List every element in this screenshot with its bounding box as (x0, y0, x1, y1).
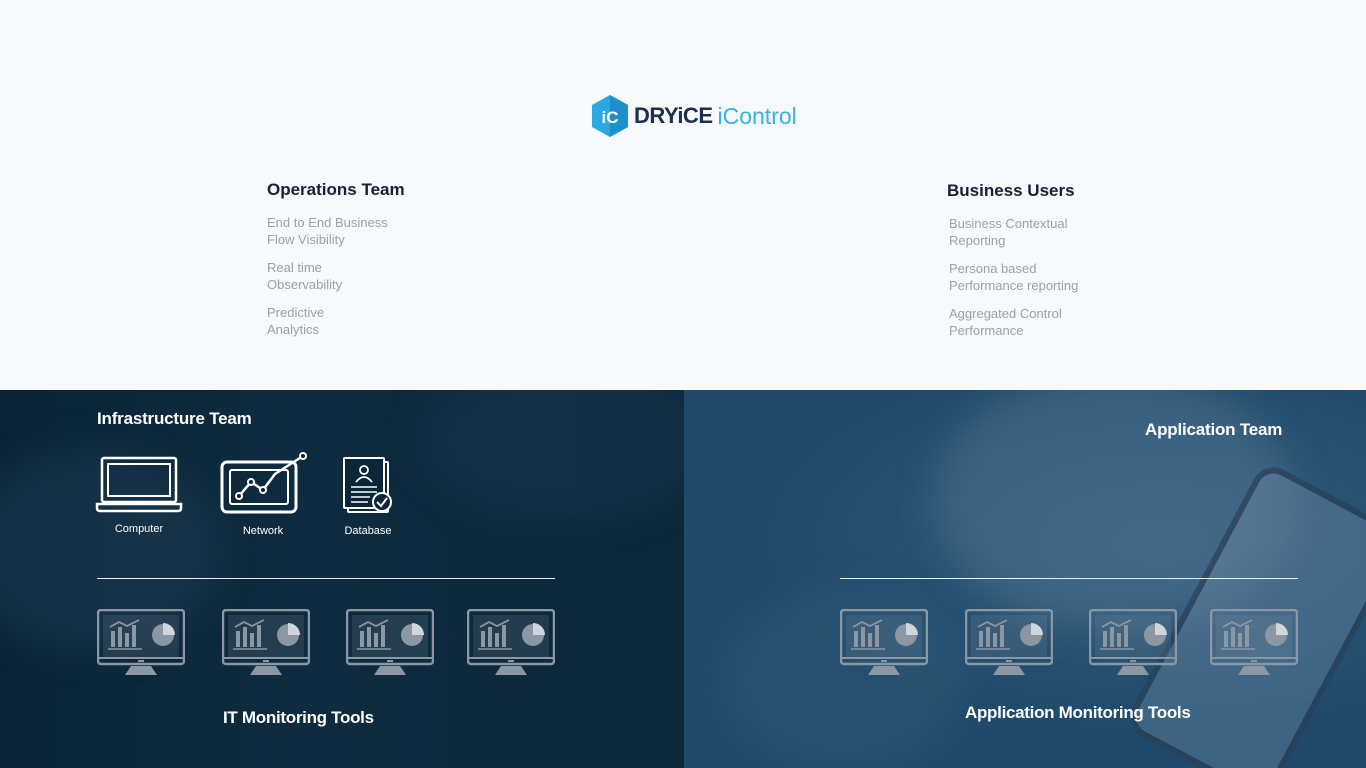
document-check-icon (343, 457, 392, 513)
operations-item: Real time Observability (267, 260, 343, 292)
logo-brand-text: DRYiCE (634, 103, 713, 128)
dryice-icontrol-logo: iC DRYiCE iControl (590, 94, 797, 138)
network-chart-icon (220, 452, 307, 514)
application-team-title: Application Team (1145, 420, 1283, 439)
network-item: Network (219, 452, 307, 537)
business-users-column: Business Users Business Contextual Repor… (947, 181, 1187, 350)
infrastructure-panel: Infrastructure Team Computer Network Dat… (0, 390, 684, 768)
it-monitoring-tools-title: IT Monitoring Tools (223, 708, 374, 727)
laptop-icon (95, 456, 183, 513)
logo-product-text: iControl (717, 102, 797, 129)
database-label: Database (344, 525, 392, 537)
svg-text:iC: iC (602, 108, 619, 127)
computer-label: Computer (114, 523, 164, 535)
business-item: Business Contextual Reporting (949, 216, 1068, 248)
operations-item: Predictive Analytics (267, 305, 325, 337)
operations-team-title: Operations Team (267, 180, 405, 199)
monitor-dashboard-icon (965, 609, 1053, 677)
monitor-dashboard-icon (467, 609, 555, 677)
business-users-title: Business Users (947, 181, 1075, 200)
monitor-dashboard-icon (1089, 609, 1177, 677)
logo-hexagon-icon: iC (592, 95, 628, 137)
application-monitoring-tools-title: Application Monitoring Tools (965, 703, 1191, 722)
computer-item: Computer (95, 456, 183, 535)
background-blur (420, 390, 684, 520)
monitor-dashboard-icon (1210, 609, 1298, 677)
operations-team-column: Operations Team End to End Business Flow… (267, 180, 487, 349)
operations-item: End to End Business Flow Visibility (267, 215, 388, 247)
monitor-dashboard-icon (222, 609, 310, 677)
top-section: iC DRYiCE iControl Operations Team End t… (0, 0, 1366, 390)
monitor-dashboard-icon (840, 609, 928, 677)
business-item: Persona based Performance reporting (949, 261, 1079, 293)
network-label: Network (242, 525, 284, 537)
business-item: Aggregated Control Performance (949, 306, 1062, 338)
section-divider (840, 578, 1298, 579)
application-panel: Application Team Application Monitoring … (684, 390, 1366, 768)
monitor-dashboard-icon (97, 609, 185, 677)
database-item: Database (330, 456, 406, 537)
monitor-dashboard-icon (346, 609, 434, 677)
infrastructure-team-title: Infrastructure Team (97, 409, 252, 428)
section-divider (97, 578, 555, 579)
